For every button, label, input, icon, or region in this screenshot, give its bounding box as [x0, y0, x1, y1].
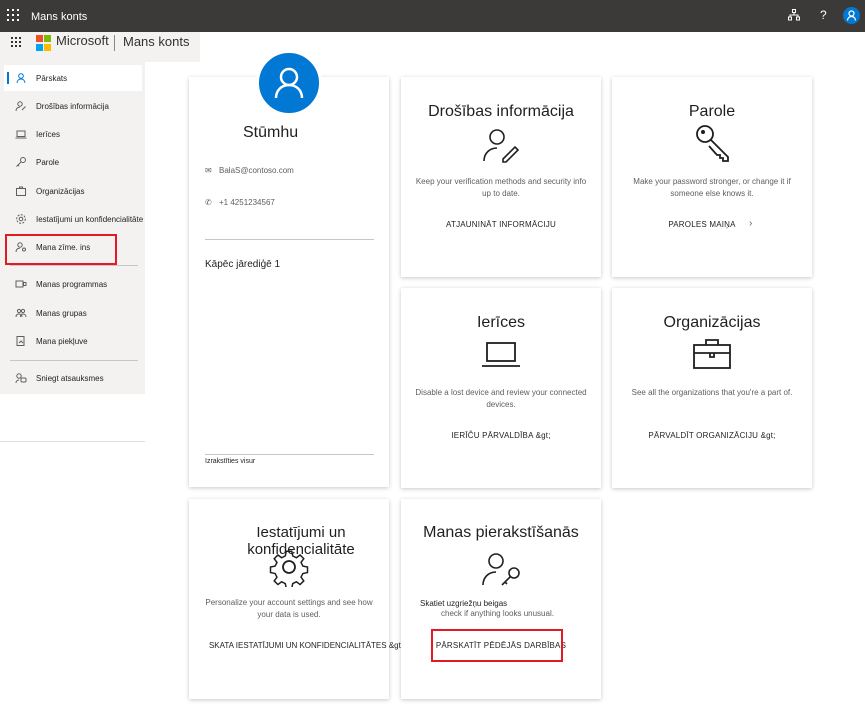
- sidebar-item-organizations[interactable]: Organizācijas: [4, 178, 142, 204]
- card-title: Drošības informācija: [428, 103, 574, 120]
- groups-icon: [15, 308, 27, 318]
- profile-name: Stūmhu: [243, 124, 299, 141]
- card-title: Manas pierakstīšanās: [423, 524, 579, 541]
- manage-organizations-link[interactable]: PĀRVALDĪT ORGANIZĀCIJU &gt;: [612, 431, 812, 440]
- mail-icon: ✉: [205, 166, 212, 175]
- update-info-link[interactable]: ATJAUNINĀT INFORMĀCIJU: [401, 220, 601, 229]
- gear-icon: [16, 214, 26, 224]
- profile-card: Stūmhu ✉ BalaS@contoso.com ✆ +1 4251234567…: [189, 50, 389, 487]
- profile-phone: ✆ +1 4251234567: [205, 198, 275, 207]
- profile-divider: [205, 239, 374, 240]
- sidebar-item-devices[interactable]: Ierīces: [4, 121, 142, 147]
- sidebar-item-label: Ierīces: [36, 130, 61, 139]
- sidebar-item-label: Manas grupas: [36, 309, 87, 318]
- sidebar-item-label: Sniegt atsauksmes: [36, 374, 104, 383]
- person-key-icon: [15, 101, 26, 112]
- person-key-icon: [482, 553, 520, 586]
- key-icon: [16, 157, 26, 167]
- person-edit-icon: [483, 129, 520, 163]
- sidebar-divider: [10, 360, 138, 361]
- access-icon: [16, 336, 25, 346]
- sidebar: Pārskats Drošības informācija Ierīces Pa…: [0, 62, 145, 394]
- brand-name: Microsoft: [56, 33, 109, 48]
- card-description: Keep your verification methods and secur…: [415, 177, 587, 198]
- card-description: check if anything looks unusual.: [441, 609, 554, 618]
- profile-email: ✉ BalaS@contoso.com: [205, 166, 294, 175]
- sidebar-item-my-access[interactable]: Mana piekļuve: [4, 328, 142, 354]
- sidebar-item-security-info[interactable]: Drošības informācija: [4, 93, 142, 119]
- sidebar-item-my-groups[interactable]: Manas grupas: [4, 300, 142, 326]
- my-signins-card[interactable]: Manas pierakstīšanās Skatiet uzgriežņu b…: [401, 499, 601, 699]
- manage-devices-link[interactable]: IERĪČU PĀRVALDĪBA &gt;: [401, 431, 601, 440]
- sidebar-item-label: Iestatījumi un konfidencialitāte: [36, 215, 144, 224]
- sidebar-item-label: Parole: [36, 158, 60, 167]
- password-card[interactable]: Parole Make your password stronger, or c…: [612, 77, 812, 277]
- key-icon: [696, 125, 729, 162]
- sidebar-divider: [10, 265, 138, 266]
- view-settings-link[interactable]: SKATA IESTATĪJUMI UN KONFIDENCIALITĀTES …: [206, 641, 406, 650]
- help-icon[interactable]: ?: [820, 8, 827, 22]
- card-description: Disable a lost device and review your co…: [415, 388, 587, 409]
- laptop-icon: [482, 342, 520, 367]
- card-title: Ierīces: [476, 314, 525, 331]
- highlight-box-signins: [5, 234, 117, 265]
- top-bar: Mans konts ?: [0, 0, 865, 32]
- profile-email-value: BalaS@contoso.com: [219, 166, 294, 175]
- org-chart-icon[interactable]: [788, 9, 800, 21]
- card-description: See all the organizations that you're a …: [631, 388, 793, 397]
- sidebar-item-password[interactable]: Parole: [4, 149, 142, 175]
- sub-header: Microsoft Mans konts: [0, 32, 200, 62]
- avatar[interactable]: [843, 7, 860, 24]
- app-title[interactable]: Mans konts: [123, 34, 189, 49]
- top-bar-title: Mans konts: [31, 11, 88, 23]
- feedback-icon: [15, 373, 27, 384]
- sidebar-item-settings-privacy[interactable]: Iestatījumi un konfidencialitāte: [4, 206, 144, 232]
- card-description: Skatiet uzgriežņu beigas: [420, 599, 508, 608]
- person-icon: [16, 73, 26, 84]
- card-title: Parole: [688, 103, 736, 120]
- sidebar-item-label: Manas programmas: [36, 280, 108, 289]
- microsoft-logo-icon: [36, 35, 52, 51]
- sidebar-item-label: Mana piekļuve: [36, 337, 88, 346]
- sidebar-item-my-apps[interactable]: Manas programmas: [4, 271, 142, 297]
- card-title: Organizācijas: [663, 314, 761, 331]
- card-description: Personalize your account settings and se…: [205, 598, 373, 619]
- change-password-link[interactable]: PAROLES MAIŅA: [602, 220, 802, 229]
- apps-icon: [15, 280, 27, 288]
- highlight-box-review-activity: [431, 629, 563, 662]
- why-edit-link[interactable]: Kāpēc jārediģē 1: [205, 259, 280, 270]
- devices-card[interactable]: Ierīces Disable a lost device and review…: [401, 288, 601, 488]
- gear-icon: [269, 550, 309, 587]
- sidebar-item-label: Pārskats: [36, 74, 68, 83]
- app-launcher-icon[interactable]: [7, 9, 19, 21]
- app-launcher-icon[interactable]: [11, 37, 21, 47]
- sidebar-item-label: Drošības informācija: [36, 102, 109, 111]
- sidebar-item-overview[interactable]: Pārskats: [4, 65, 142, 91]
- chevron-right-icon: ›: [749, 218, 753, 229]
- briefcase-icon: [16, 186, 26, 196]
- settings-privacy-card[interactable]: Iestatījumi un konfidencialitāte Persona…: [189, 499, 403, 699]
- sidebar-bottom-divider: [0, 441, 145, 442]
- profile-divider: [205, 454, 374, 455]
- profile-phone-value: +1 4251234567: [219, 198, 275, 207]
- security-info-card[interactable]: Drošības informācija Keep your verificat…: [401, 77, 601, 277]
- header-divider: [114, 35, 115, 51]
- briefcase-icon: [693, 339, 731, 369]
- sign-out-everywhere-link[interactable]: Izrakstīties visur: [205, 458, 255, 465]
- organizations-card[interactable]: Organizācijas See all the organizations …: [612, 288, 812, 488]
- person-icon: [274, 67, 304, 99]
- sidebar-item-feedback[interactable]: Sniegt atsauksmes: [4, 365, 142, 391]
- sidebar-item-label: Organizācijas: [36, 187, 85, 196]
- laptop-icon: [15, 130, 27, 139]
- profile-avatar[interactable]: [256, 50, 322, 116]
- card-description: Make your password stronger, or change i…: [633, 177, 791, 198]
- phone-icon: ✆: [205, 198, 212, 207]
